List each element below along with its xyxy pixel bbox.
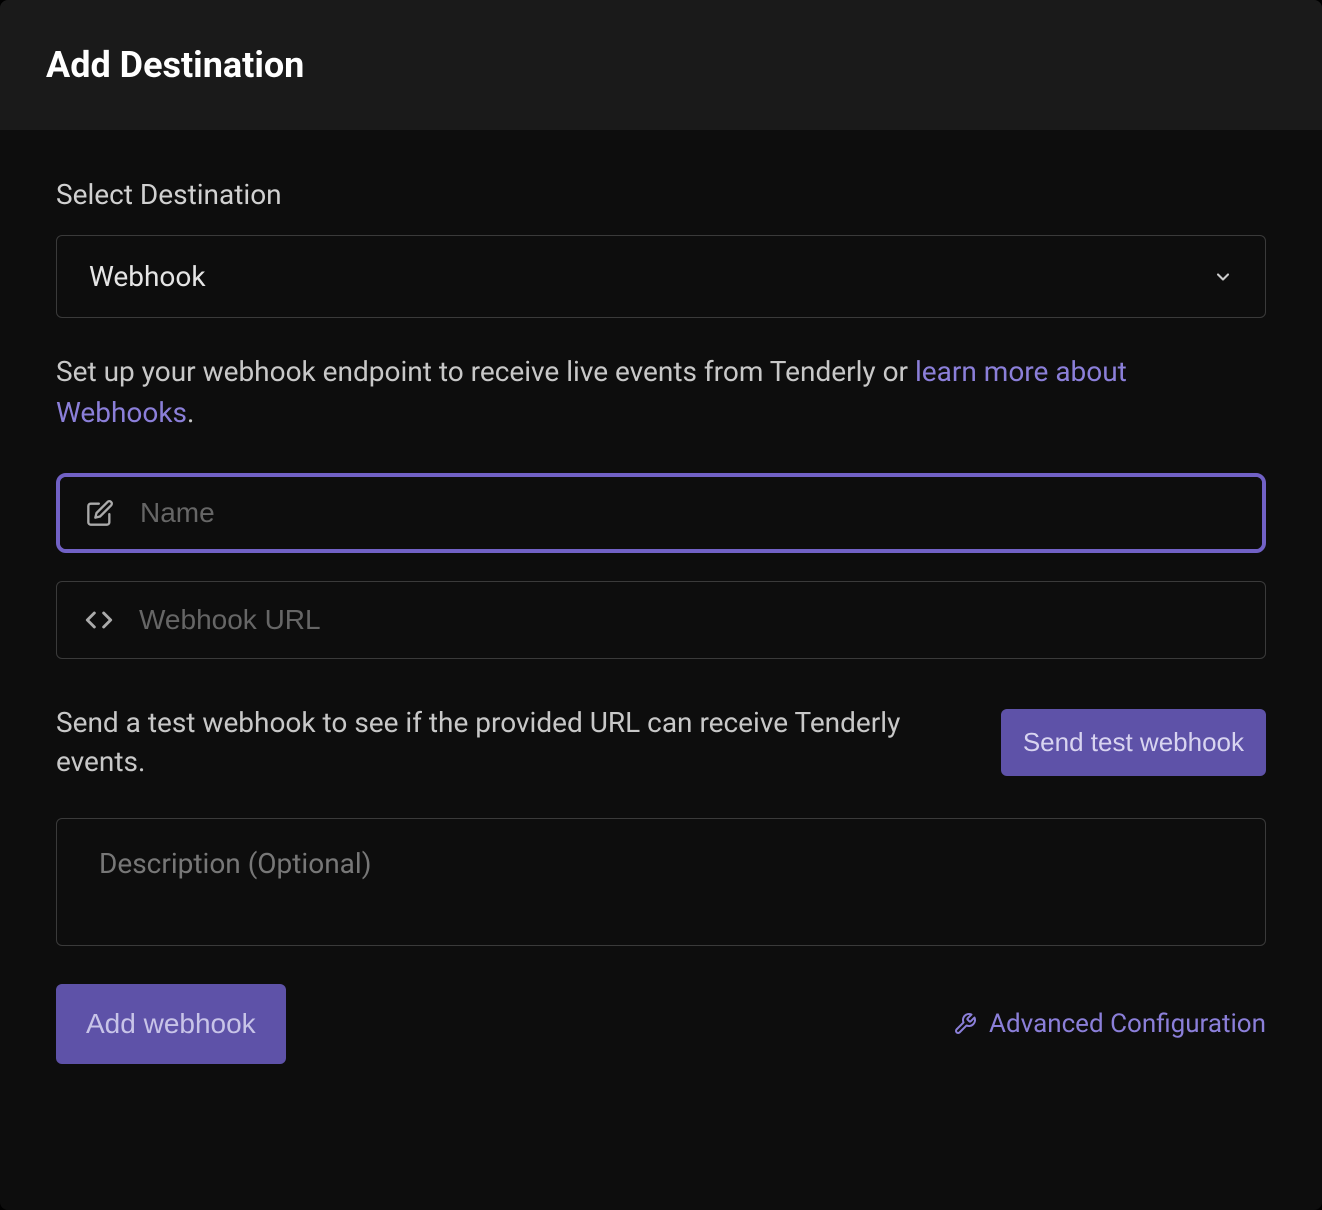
help-text-prefix: Set up your webhook endpoint to receive … xyxy=(56,355,915,388)
url-input-wrapper xyxy=(56,581,1266,659)
destination-select-value: Webhook xyxy=(89,260,206,293)
name-input[interactable] xyxy=(140,497,1236,529)
destination-select-wrapper: Webhook xyxy=(56,235,1266,318)
modal-title: Add Destination xyxy=(46,44,1276,86)
description-wrapper xyxy=(56,818,1266,950)
modal-header: Add Destination xyxy=(0,0,1322,130)
send-test-webhook-button[interactable]: Send test webhook xyxy=(1001,709,1266,776)
select-destination-label: Select Destination xyxy=(56,178,1266,211)
chevron-down-icon xyxy=(1213,267,1233,287)
edit-icon xyxy=(86,499,114,527)
advanced-configuration-link[interactable]: Advanced Configuration xyxy=(953,1009,1266,1039)
footer-row: Add webhook Advanced Configuration xyxy=(56,984,1266,1064)
add-destination-modal: Add Destination Select Destination Webho… xyxy=(0,0,1322,1210)
help-text-suffix: . xyxy=(187,396,194,429)
help-text: Set up your webhook endpoint to receive … xyxy=(56,352,1266,433)
url-input-row xyxy=(56,581,1266,659)
code-icon xyxy=(85,606,113,634)
advanced-configuration-label: Advanced Configuration xyxy=(989,1009,1266,1039)
test-webhook-row: Send a test webhook to see if the provid… xyxy=(56,703,1266,781)
description-textarea[interactable] xyxy=(56,818,1266,946)
modal-body: Select Destination Webhook Set up your w… xyxy=(0,130,1322,1210)
webhook-url-input[interactable] xyxy=(139,604,1237,636)
destination-select[interactable]: Webhook xyxy=(56,235,1266,318)
wrench-icon xyxy=(953,1012,977,1036)
name-input-row xyxy=(60,477,1262,549)
test-webhook-text: Send a test webhook to see if the provid… xyxy=(56,703,961,781)
add-webhook-button[interactable]: Add webhook xyxy=(56,984,286,1064)
name-input-wrapper xyxy=(56,473,1266,553)
